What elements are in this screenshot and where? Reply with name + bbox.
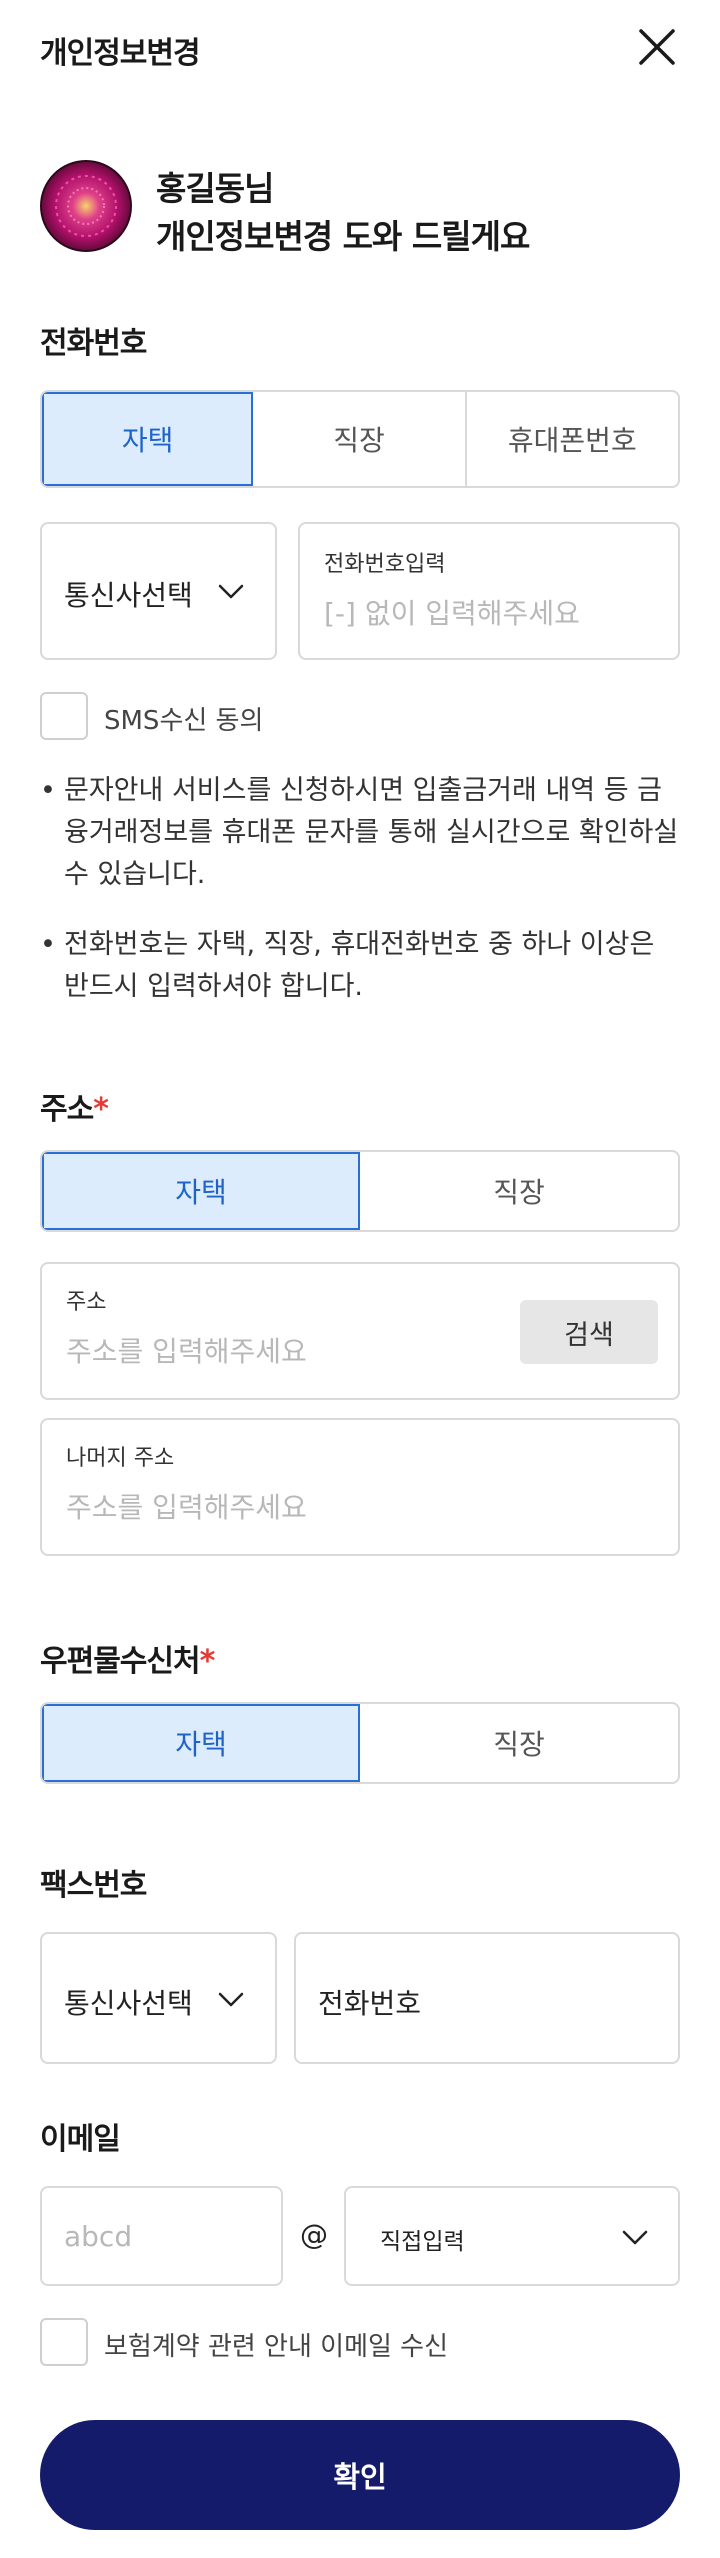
phone-note-required: 전화번호는 자택, 직장, 휴대전화번호 중 하나 이상은 반드시 입력하셔야 … (40, 924, 680, 1008)
mail-tab-home[interactable]: 자택 (42, 1704, 360, 1782)
address-label: 주소 (66, 1290, 107, 1315)
address-tab-home[interactable]: 자택 (42, 1152, 360, 1230)
fax-number-label: 전화번호 (318, 1987, 422, 2020)
required-mark: * (199, 1644, 216, 1679)
email-local-field[interactable]: abcd (40, 2186, 283, 2286)
email-domain-label: 직접입력 (380, 2229, 465, 2255)
chevron-down-icon (218, 584, 244, 599)
fax-carrier-label: 통신사선택 (64, 1987, 193, 2020)
chevron-down-icon (622, 2230, 648, 2245)
phone-note-sms: 문자안내 서비스를 신청하시면 입출금거래 내역 등 금융거래정보를 휴대폰 문… (40, 770, 680, 896)
mail-section-title: 우편물수신처* (40, 1636, 216, 1680)
address-detail-label: 나머지 주소 (66, 1446, 175, 1471)
phone-type-tabs: 자택 직장 휴대폰번호 (40, 390, 680, 488)
confirm-button[interactable]: 확인 (40, 2420, 680, 2530)
close-icon[interactable] (635, 25, 679, 69)
page-title: 개인정보변경 (40, 36, 201, 71)
phone-tab-work[interactable]: 직장 (253, 392, 464, 486)
mail-title-text: 우편물수신처 (40, 1644, 201, 1679)
address-section-title: 주소* (40, 1084, 109, 1128)
carrier-select-label: 통신사선택 (64, 579, 193, 612)
required-mark: * (93, 1092, 109, 1127)
email-local-placeholder: abcd (64, 2220, 133, 2253)
email-domain-select[interactable]: 직접입력 (344, 2186, 680, 2286)
email-section-title: 이메일 (40, 2122, 121, 2157)
phone-tab-mobile[interactable]: 휴대폰번호 (464, 392, 678, 486)
address-tab-work[interactable]: 직장 (360, 1152, 678, 1230)
sms-consent-checkbox[interactable] (40, 692, 88, 740)
user-greeting: 홍길동님 (156, 169, 274, 208)
phone-tab-home[interactable]: 자택 (42, 392, 254, 486)
mail-tab-work[interactable]: 직장 (360, 1704, 678, 1782)
phone-carrier-select[interactable]: 통신사선택 (40, 522, 277, 660)
sms-consent-label: SMS수신 동의 (104, 706, 264, 736)
email-consent-checkbox[interactable] (40, 2318, 88, 2366)
address-detail-field[interactable]: 나머지 주소 주소를 입력해주세요 (40, 1418, 680, 1556)
phone-number-field[interactable]: 전화번호입력 [-] 없이 입력해주세요 (298, 522, 680, 660)
phone-number-label: 전화번호입력 (324, 552, 446, 577)
address-placeholder: 주소를 입력해주세요 (66, 1335, 307, 1368)
address-search-button[interactable]: 검색 (520, 1300, 658, 1364)
address-type-tabs: 자택 직장 (40, 1150, 680, 1232)
at-sign: @ (300, 2218, 328, 2251)
mail-type-tabs: 자택 직장 (40, 1702, 680, 1784)
email-consent-label: 보험계약 관련 안내 이메일 수신 (104, 2332, 449, 2362)
phone-number-placeholder: [-] 없이 입력해주세요 (324, 597, 580, 630)
phone-section-title: 전화번호 (40, 326, 147, 361)
address-detail-placeholder: 주소를 입력해주세요 (66, 1491, 307, 1524)
fax-carrier-select[interactable]: 통신사선택 (40, 1932, 277, 2064)
fax-section-title: 팩스번호 (40, 1868, 147, 1903)
address-title-text: 주소 (40, 1092, 94, 1127)
address-field[interactable]: 주소 주소를 입력해주세요 검색 (40, 1262, 680, 1400)
chevron-down-icon (218, 1992, 244, 2007)
greeting-subtitle: 개인정보변경 도와 드릴게요 (156, 217, 530, 256)
fax-number-field[interactable]: 전화번호 (294, 1932, 680, 2064)
avatar (40, 160, 132, 252)
